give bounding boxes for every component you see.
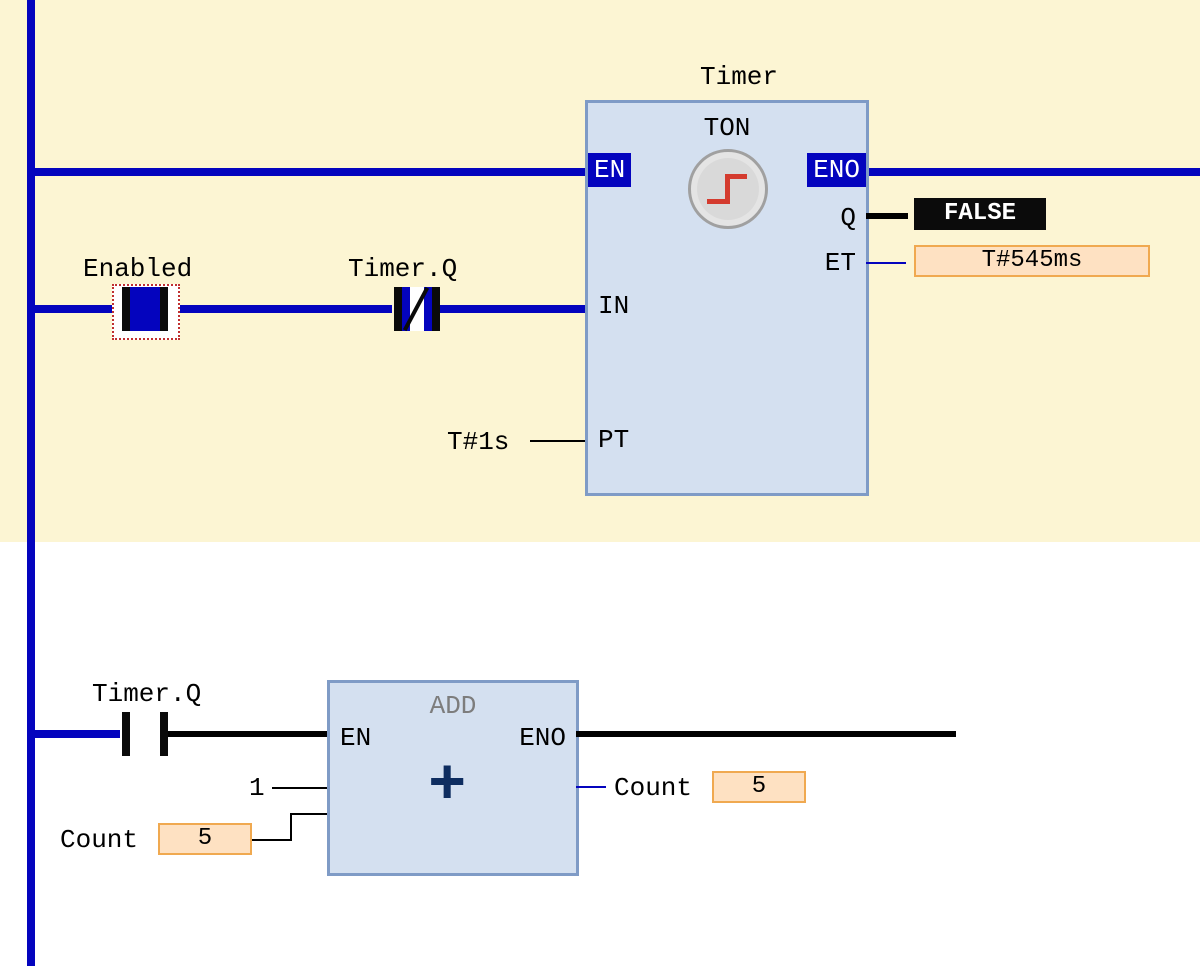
r2-wire-lit1	[272, 787, 327, 789]
r2-wire-count-in-h	[252, 839, 292, 841]
left-power-rail	[27, 0, 35, 966]
r2-wire-count-in-v	[290, 814, 292, 841]
r2-count-in-label: Count	[60, 825, 138, 855]
add-type-label: ADD	[330, 691, 576, 721]
pin-q: Q	[840, 203, 856, 233]
ton-instance-label: Timer	[700, 62, 778, 92]
contact-timerq-label: Timer.Q	[348, 254, 457, 284]
r2-wire-eno	[576, 731, 956, 737]
contact-timerq-nc[interactable]	[394, 287, 440, 331]
r2-wire-count-out	[576, 786, 606, 788]
wire-in-seg1	[35, 305, 120, 313]
r2-wire-en-left	[35, 730, 120, 738]
wire-et	[866, 262, 906, 264]
r2-count-out-value: 5	[712, 771, 806, 803]
contact-enabled-label: Enabled	[83, 254, 192, 284]
pin-et: ET	[825, 248, 856, 278]
add-block[interactable]: ADD EN ENO +	[327, 680, 579, 876]
pin-in: IN	[598, 291, 629, 321]
wire-pt	[530, 440, 585, 442]
wire-en-rail	[35, 168, 585, 176]
ton-type-label: TON	[588, 113, 866, 143]
plus-icon: +	[428, 755, 466, 819]
timer-icon	[688, 149, 768, 229]
wire-in-seg2	[172, 305, 392, 313]
r2-wire-count-in-h2	[290, 813, 327, 815]
r2-pin-en: EN	[340, 723, 371, 753]
pt-literal: T#1s	[447, 427, 509, 457]
r2-count-in-value: 5	[158, 823, 252, 855]
pin-pt: PT	[598, 425, 629, 455]
pin-en: EN	[588, 153, 631, 187]
r2-literal-1: 1	[249, 773, 265, 803]
et-value-box: T#545ms	[914, 245, 1150, 277]
contact-enabled[interactable]	[122, 287, 168, 331]
wire-q	[866, 213, 908, 219]
r2-wire-en-right	[168, 731, 328, 737]
r2-count-out-label: Count	[614, 773, 692, 803]
pin-eno: ENO	[807, 153, 866, 187]
r2-pin-eno: ENO	[519, 723, 566, 753]
ton-block[interactable]: TON EN ENO IN PT Q ET	[585, 100, 869, 496]
r2-contact-label: Timer.Q	[92, 679, 201, 709]
wire-eno-rail	[863, 168, 1200, 176]
wire-in-seg3	[440, 305, 585, 313]
r2-contact-open[interactable]	[122, 712, 168, 756]
q-value-box: FALSE	[914, 198, 1046, 230]
